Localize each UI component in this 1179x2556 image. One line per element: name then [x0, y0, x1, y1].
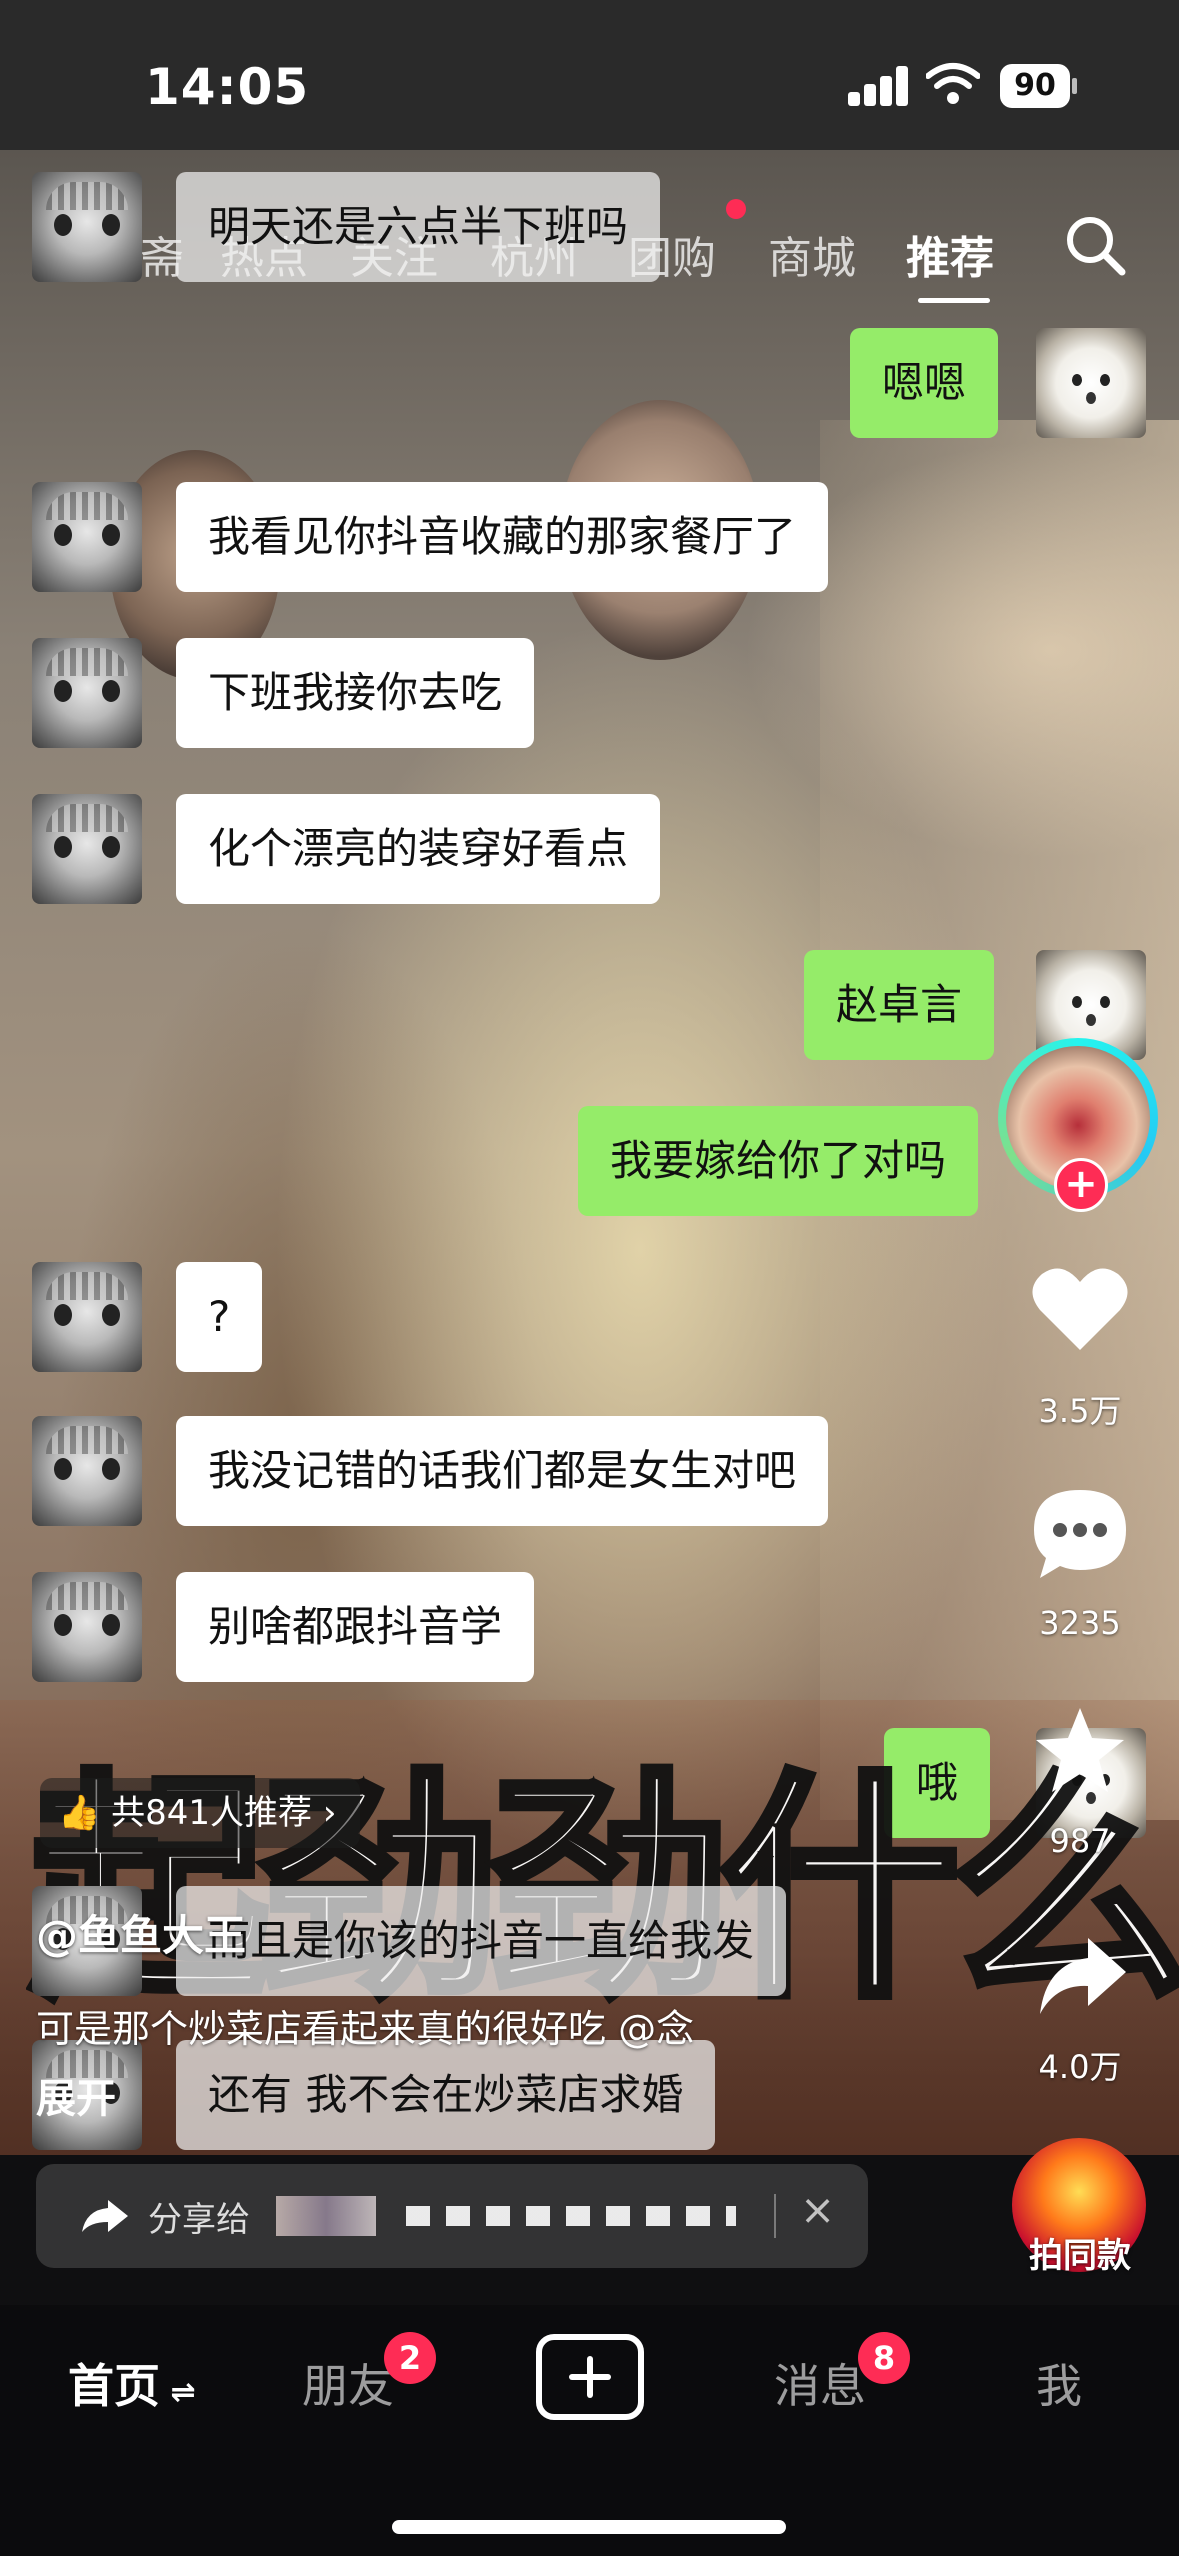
- chat-avatar-cat: [32, 482, 142, 592]
- chat-avatar-cat: [32, 1262, 142, 1372]
- follow-button[interactable]: +: [1054, 1158, 1108, 1212]
- chat-bubble-right: 嗯嗯: [850, 328, 999, 438]
- signal-icon: [848, 66, 908, 106]
- chat-bubble-left: 别啥都跟抖音学: [176, 1572, 535, 1682]
- same-style-label[interactable]: 拍同款: [1000, 2228, 1160, 2277]
- status-time: 14:05: [145, 58, 310, 116]
- tab-mall[interactable]: 商城: [768, 222, 856, 286]
- battery-icon: 90: [1000, 64, 1077, 108]
- chat-bubble-left: ?: [176, 1262, 263, 1372]
- author-name[interactable]: @鱼鱼大王: [36, 1902, 246, 1963]
- search-icon[interactable]: [1062, 212, 1128, 278]
- chevron-right-icon: ›: [312, 1793, 337, 1833]
- share-bar-label: 分享给: [148, 2200, 250, 2240]
- friends-badge: 2: [384, 2332, 436, 2384]
- expand-caption-link[interactable]: 展开: [36, 2066, 116, 2124]
- refresh-icon: ⇌: [160, 2375, 196, 2410]
- chat-bubble-left: 我看见你抖音收藏的那家餐厅了: [176, 482, 829, 592]
- chat-bubble-left: 明天还是六点半下班吗: [176, 172, 661, 282]
- like-icon[interactable]: [1030, 1262, 1130, 1354]
- share-suggestion-bar[interactable]: 分享给: [36, 2164, 868, 2268]
- tab-home-label: 首页: [68, 2359, 160, 2413]
- tab-me[interactable]: 我: [1036, 2350, 1082, 2416]
- comment-count: 3235: [1039, 1604, 1121, 1642]
- home-indicator: [392, 2520, 786, 2534]
- tab-home[interactable]: 首页 ⇌: [68, 2350, 196, 2416]
- comment-icon[interactable]: [1030, 1486, 1130, 1582]
- chat-avatar-cat: [32, 1572, 142, 1682]
- wifi-icon: [926, 63, 980, 104]
- notification-dot: [726, 199, 746, 219]
- battery-level: 90: [1000, 64, 1070, 108]
- tab-recommend[interactable]: 推荐: [906, 222, 994, 286]
- chat-bubble-left: 而且是你该的抖音一直给我发: [176, 1886, 787, 1996]
- share-count: 4.0万: [1038, 2048, 1122, 2086]
- tab-messages[interactable]: 消息: [774, 2350, 866, 2416]
- share-arrow-icon: [82, 2200, 128, 2232]
- publish-button[interactable]: [536, 2334, 644, 2420]
- messages-badge: 8: [858, 2332, 910, 2384]
- chat-bubble-left: 下班我接你去吃: [176, 638, 535, 748]
- chat-avatar-cat: [32, 638, 142, 748]
- chat-bubble-right: 赵卓言: [804, 950, 995, 1060]
- close-icon[interactable]: ×: [800, 2185, 835, 2234]
- chat-bubble-left: 还有 我不会在炒菜店求婚: [176, 2040, 716, 2150]
- favorite-star-icon[interactable]: [1032, 1704, 1128, 1796]
- active-tab-indicator: [918, 298, 990, 303]
- chat-bubble-right: 我要嫁给你了对吗: [578, 1106, 979, 1216]
- chat-avatar-cat: [32, 794, 142, 904]
- divider: [774, 2194, 776, 2238]
- blurred-content: [276, 2196, 376, 2236]
- video-caption: 可是那个炒菜店看起来真的很好吃 @念: [36, 2007, 695, 2051]
- chat-bubble-left: 化个漂亮的装穿好看点: [176, 794, 661, 904]
- favorite-count: 987: [1049, 1822, 1111, 1860]
- chat-avatar-cat: [32, 172, 142, 282]
- recommend-text: 共841人推荐: [111, 1793, 313, 1833]
- like-count: 3.5万: [1038, 1392, 1122, 1430]
- recommend-chip[interactable]: 👍 共841人推荐 ›: [40, 1778, 361, 1848]
- blurred-content: [406, 2206, 736, 2226]
- chat-avatar-cat: [32, 1416, 142, 1526]
- tab-friends[interactable]: 朋友: [302, 2350, 394, 2416]
- chat-avatar-dog: [1036, 328, 1146, 438]
- chat-bubble-left: 我没记错的话我们都是女生对吧: [176, 1416, 829, 1526]
- thumbs-up-icon: 👍: [58, 1793, 112, 1833]
- share-arrow-icon[interactable]: [1036, 1934, 1128, 2018]
